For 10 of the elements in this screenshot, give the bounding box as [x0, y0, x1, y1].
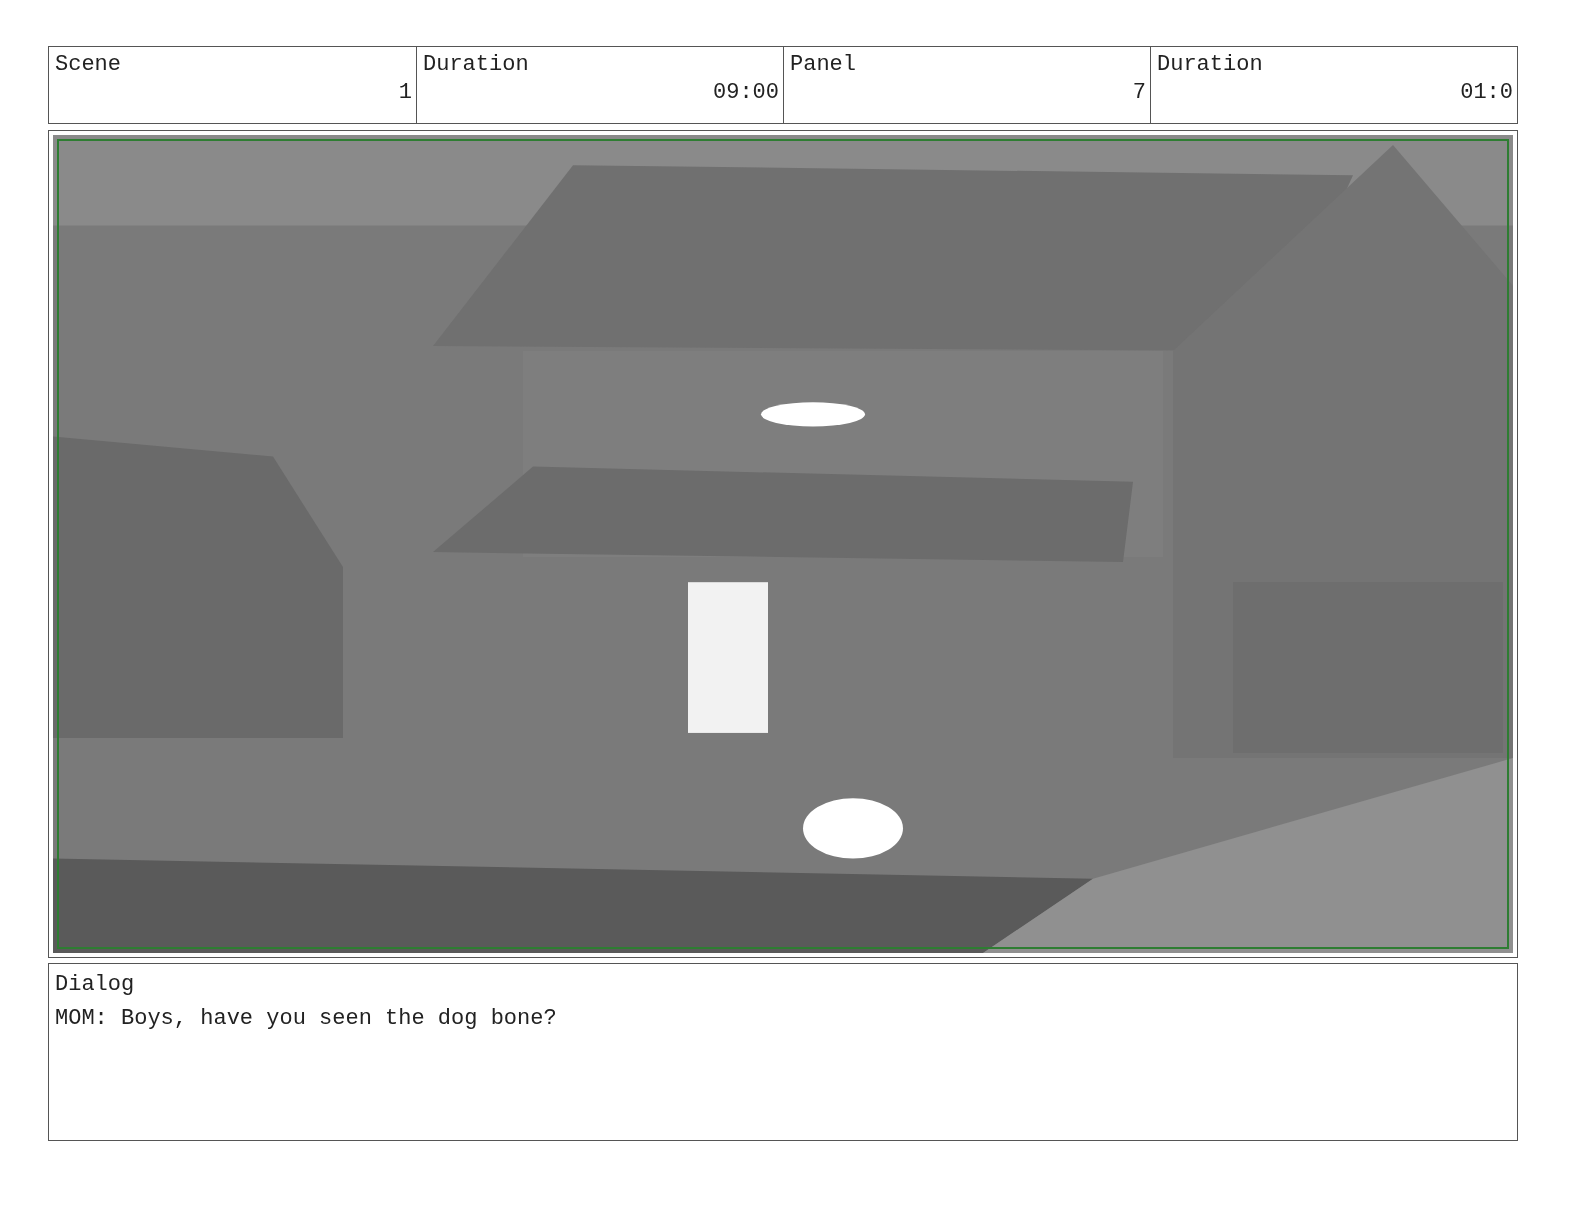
field-value: 09:00 — [713, 79, 779, 107]
field-value: 01:0 — [1460, 79, 1513, 107]
field-label: Duration — [423, 51, 529, 79]
dialog-text: MOM: Boys, have you seen the dog bone? — [55, 1005, 557, 1033]
field-value: 7 — [1132, 79, 1146, 107]
dialog-label: Dialog — [55, 971, 135, 999]
field-label: Duration — [1157, 51, 1263, 79]
field-label: Scene — [55, 51, 121, 79]
field-label: Panel — [790, 51, 856, 79]
field-value: 1 — [398, 79, 412, 107]
